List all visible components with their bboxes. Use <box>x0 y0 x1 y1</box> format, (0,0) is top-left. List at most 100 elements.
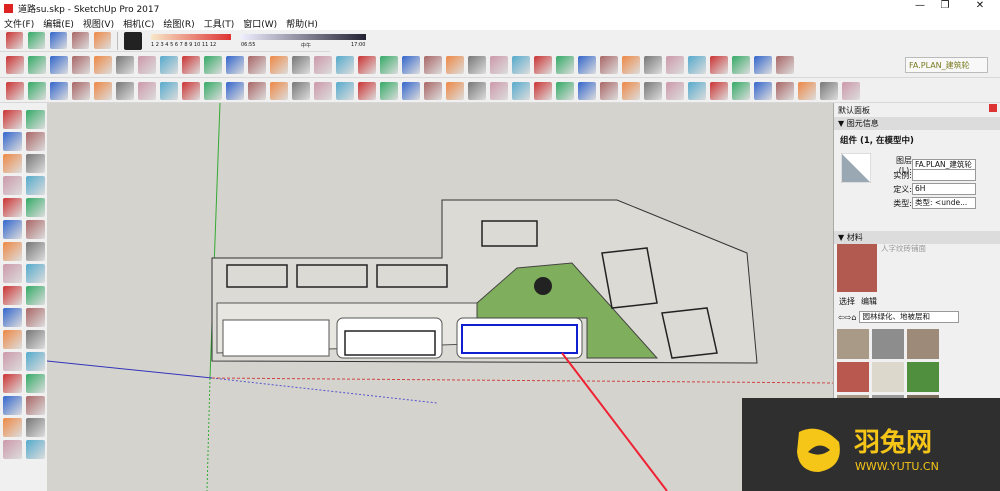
menu-tools[interactable]: 工具(T) <box>204 17 235 30</box>
extension-icon[interactable] <box>402 81 420 100</box>
pencil-icon[interactable] <box>50 81 68 100</box>
material-swatch[interactable] <box>907 362 939 392</box>
protractor-icon[interactable] <box>446 56 464 74</box>
zoom-icon[interactable] <box>3 418 22 437</box>
polygon-icon[interactable] <box>26 198 45 217</box>
protractor-icon[interactable] <box>3 352 22 371</box>
tab-edit[interactable]: 编辑 <box>861 296 877 307</box>
type-dropdown[interactable]: 类型: <unde... <box>912 197 976 209</box>
textured-icon[interactable] <box>556 81 574 100</box>
zoom-extents-icon[interactable] <box>622 56 640 74</box>
intersect-icon[interactable] <box>776 81 794 100</box>
axes-icon[interactable] <box>3 374 22 393</box>
xray-icon[interactable] <box>446 81 464 100</box>
menu-window[interactable]: 窗口(W) <box>243 17 277 30</box>
warehouse-icon[interactable] <box>94 32 111 49</box>
back-edges-icon[interactable] <box>468 81 486 100</box>
close-button[interactable]: ✕ <box>965 0 995 11</box>
component-icon[interactable] <box>6 32 23 49</box>
section-cut-icon[interactable] <box>776 56 794 74</box>
tray-close-icon[interactable] <box>989 104 997 112</box>
tape-icon[interactable] <box>182 81 200 100</box>
followme-icon[interactable] <box>358 56 376 74</box>
arc2-icon[interactable] <box>26 220 45 239</box>
followme-icon[interactable] <box>26 286 45 305</box>
polygon-icon[interactable] <box>204 56 222 74</box>
text-icon[interactable] <box>26 352 45 371</box>
next-view-icon[interactable] <box>358 81 376 100</box>
right-view-icon[interactable] <box>666 81 684 100</box>
zoom-icon[interactable] <box>292 81 310 100</box>
pencil-icon[interactable] <box>94 56 112 74</box>
outer-shell-icon[interactable] <box>842 81 860 100</box>
menu-file[interactable]: 文件(F) <box>4 17 34 30</box>
definition-field[interactable]: 6H <box>912 183 976 195</box>
dimension-icon[interactable] <box>424 56 442 74</box>
offset-icon[interactable] <box>26 308 45 327</box>
maximize-button[interactable]: ❐ <box>930 0 960 11</box>
section-plane-icon[interactable] <box>732 56 750 74</box>
entity-info-header[interactable]: ▼ 图元信息 <box>834 117 1000 130</box>
material-library-dropdown[interactable]: 园林绿化、地被层和 <box>859 311 960 323</box>
pushpull-icon[interactable] <box>94 81 112 100</box>
iso-view-icon[interactable] <box>600 81 618 100</box>
previous-icon[interactable] <box>26 440 45 459</box>
menu-camera[interactable]: 相机(C) <box>123 17 154 30</box>
zoom-icon[interactable] <box>578 56 596 74</box>
top-view-icon[interactable] <box>622 81 640 100</box>
circle-icon[interactable] <box>3 198 22 217</box>
lookaround-icon[interactable] <box>688 56 706 74</box>
back-view-icon[interactable] <box>688 81 706 100</box>
followme-icon[interactable] <box>116 81 134 100</box>
menu-help[interactable]: 帮助(H) <box>286 17 318 30</box>
warehouse-icon[interactable] <box>380 81 398 100</box>
offset-icon[interactable] <box>380 56 398 74</box>
union-icon[interactable] <box>732 81 750 100</box>
back-icon[interactable]: ⇦ <box>838 313 845 322</box>
walk-icon[interactable] <box>666 56 684 74</box>
scale-icon[interactable] <box>160 81 178 100</box>
home-icon[interactable]: ⌂ <box>851 313 856 322</box>
select-icon[interactable] <box>6 81 24 100</box>
sign-in-icon[interactable] <box>28 32 45 49</box>
menu-edit[interactable]: 编辑(E) <box>43 17 74 30</box>
select-icon[interactable] <box>3 110 22 129</box>
position-camera-icon[interactable] <box>644 56 662 74</box>
freehand-icon[interactable] <box>116 56 134 74</box>
freehand-icon[interactable] <box>26 154 45 173</box>
circle-icon[interactable] <box>182 56 200 74</box>
arc-icon[interactable] <box>226 56 244 74</box>
model-drawing[interactable] <box>47 103 833 491</box>
pushpull-icon[interactable] <box>292 56 310 74</box>
3dtext-icon[interactable] <box>26 374 45 393</box>
hidden-line-icon[interactable] <box>512 81 530 100</box>
arc-icon[interactable] <box>3 220 22 239</box>
wireframe-icon[interactable] <box>490 81 508 100</box>
instance-field[interactable] <box>912 169 976 181</box>
model-viewport[interactable] <box>47 103 833 491</box>
component-icon[interactable] <box>28 56 46 74</box>
tape-icon[interactable] <box>402 56 420 74</box>
upload-icon[interactable] <box>50 32 67 49</box>
orbit-icon[interactable] <box>534 56 552 74</box>
monochrome-icon[interactable] <box>578 81 596 100</box>
rotate-icon[interactable] <box>314 56 332 74</box>
time-slider[interactable] <box>241 33 366 40</box>
pushpull-icon[interactable] <box>26 264 45 283</box>
3dtext-icon[interactable] <box>512 56 530 74</box>
zoom-window-icon[interactable] <box>26 418 45 437</box>
move-icon[interactable] <box>270 56 288 74</box>
scale-icon[interactable] <box>3 308 22 327</box>
pie-icon[interactable] <box>26 242 45 261</box>
materials-header[interactable]: ▼ 材料 <box>834 231 1000 244</box>
text-icon[interactable] <box>204 81 222 100</box>
subtract-icon[interactable] <box>754 81 772 100</box>
material-swatch[interactable] <box>872 362 904 392</box>
rotated-rect-icon[interactable] <box>26 176 45 195</box>
material-swatch[interactable] <box>837 329 869 359</box>
share-link-icon[interactable] <box>72 32 89 49</box>
pencil-icon[interactable] <box>3 154 22 173</box>
axes-icon[interactable] <box>490 56 508 74</box>
forward-icon[interactable]: ⇨ <box>845 313 852 322</box>
text-icon[interactable] <box>468 56 486 74</box>
